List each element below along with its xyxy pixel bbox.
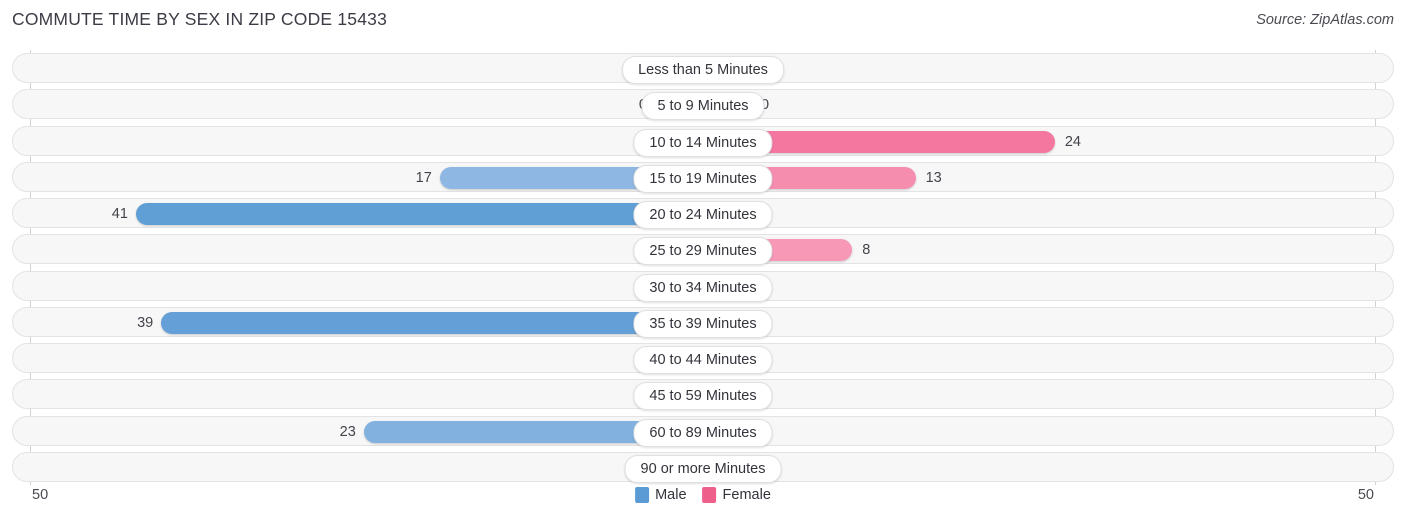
chart-legend: Male Female <box>635 487 771 503</box>
value-label-male: 0 <box>13 380 647 410</box>
value-label-male: 0 <box>13 272 647 302</box>
value-label-male: 0 <box>13 453 647 483</box>
category-label: 20 to 24 Minutes <box>633 201 773 229</box>
table-row: 0030 to 34 Minutes <box>12 270 1394 302</box>
value-label-male: 17 <box>415 169 432 186</box>
category-label: 35 to 39 Minutes <box>633 309 773 338</box>
value-label-male: 0 <box>13 127 647 157</box>
table-row: 0040 to 44 Minutes <box>12 343 1394 374</box>
value-label-female: 8 <box>862 242 871 259</box>
category-label: 25 to 29 Minutes <box>633 237 773 266</box>
category-label: 5 to 9 Minutes <box>641 92 765 121</box>
category-label: 40 to 44 Minutes <box>633 346 773 374</box>
category-label: 45 to 59 Minutes <box>633 382 773 411</box>
legend-label: Male <box>655 487 687 503</box>
bar-male[interactable] <box>135 203 703 225</box>
table-row: 0090 or more Minutes <box>12 451 1394 483</box>
value-label-male: 0 <box>13 90 647 120</box>
table-row: 0045 to 59 Minutes <box>12 379 1394 411</box>
legend-swatch-icon <box>702 487 717 503</box>
category-label: 15 to 19 Minutes <box>633 164 773 193</box>
bar-male[interactable] <box>161 311 703 334</box>
value-label-female: 24 <box>1064 133 1081 150</box>
value-label-female: 13 <box>925 169 942 186</box>
legend-item-female[interactable]: Female <box>702 487 771 503</box>
row-inner: 41020 to 24 Minutes <box>13 199 1393 229</box>
value-label-male: 0 <box>13 344 647 374</box>
row-inner: 0090 or more Minutes <box>13 453 1393 483</box>
plot-area: 00Less than 5 Minutes005 to 9 Minutes024… <box>12 50 1394 485</box>
legend-swatch-icon <box>635 487 650 503</box>
row-inner: 0 24 10 to 14 Minutes <box>13 127 1393 157</box>
value-label-male: 0 <box>13 235 647 265</box>
category-label: 90 or more Minutes <box>624 454 782 483</box>
table-row: 39035 to 39 Minutes <box>12 306 1394 338</box>
value-label-male: 23 <box>339 423 356 440</box>
page-title: COMMUTE TIME BY SEX IN ZIP CODE 15433 <box>12 9 388 29</box>
row-inner: 23060 to 89 Minutes <box>13 417 1393 447</box>
table-row: 17 13 15 to 19 Minutes <box>12 161 1394 193</box>
axis-tick-left: 50 <box>32 487 49 503</box>
table-row: 005 to 9 Minutes <box>12 89 1394 121</box>
chart-root: COMMUTE TIME BY SEX IN ZIP CODE 15433 So… <box>0 0 1406 522</box>
value-label-male: 41 <box>111 206 128 222</box>
category-label: 10 to 14 Minutes <box>633 128 773 157</box>
row-inner: 005 to 9 Minutes <box>13 90 1393 121</box>
axis-tick-right: 50 <box>1357 487 1374 503</box>
row-inner: 17 13 15 to 19 Minutes <box>13 163 1393 193</box>
category-label: Less than 5 Minutes <box>622 56 784 84</box>
table-row: 0 24 10 to 14 Minutes <box>12 125 1394 157</box>
value-label-male: 39 <box>137 314 154 331</box>
source-attribution: Source: ZipAtlas.com <box>1256 12 1394 28</box>
row-inner: 00Less than 5 Minutes <box>13 54 1393 84</box>
legend-item-male[interactable]: Male <box>635 487 687 503</box>
legend-label: Female <box>722 487 771 503</box>
table-row: 0 8 25 to 29 Minutes <box>12 234 1394 266</box>
category-label: 30 to 34 Minutes <box>633 273 773 302</box>
row-inner: 0030 to 34 Minutes <box>13 272 1393 302</box>
value-label-male: 0 <box>13 54 647 84</box>
chart-footer: 50 50 Male Female <box>12 485 1394 513</box>
row-inner: 0045 to 59 Minutes <box>13 380 1393 411</box>
table-row: 41020 to 24 Minutes <box>12 198 1394 229</box>
table-row: 00Less than 5 Minutes <box>12 53 1394 84</box>
row-inner: 0 8 25 to 29 Minutes <box>13 235 1393 266</box>
category-label: 60 to 89 Minutes <box>633 418 773 447</box>
row-inner: 39035 to 39 Minutes <box>13 308 1393 338</box>
table-row: 23060 to 89 Minutes <box>12 415 1394 447</box>
row-inner: 0040 to 44 Minutes <box>13 344 1393 374</box>
